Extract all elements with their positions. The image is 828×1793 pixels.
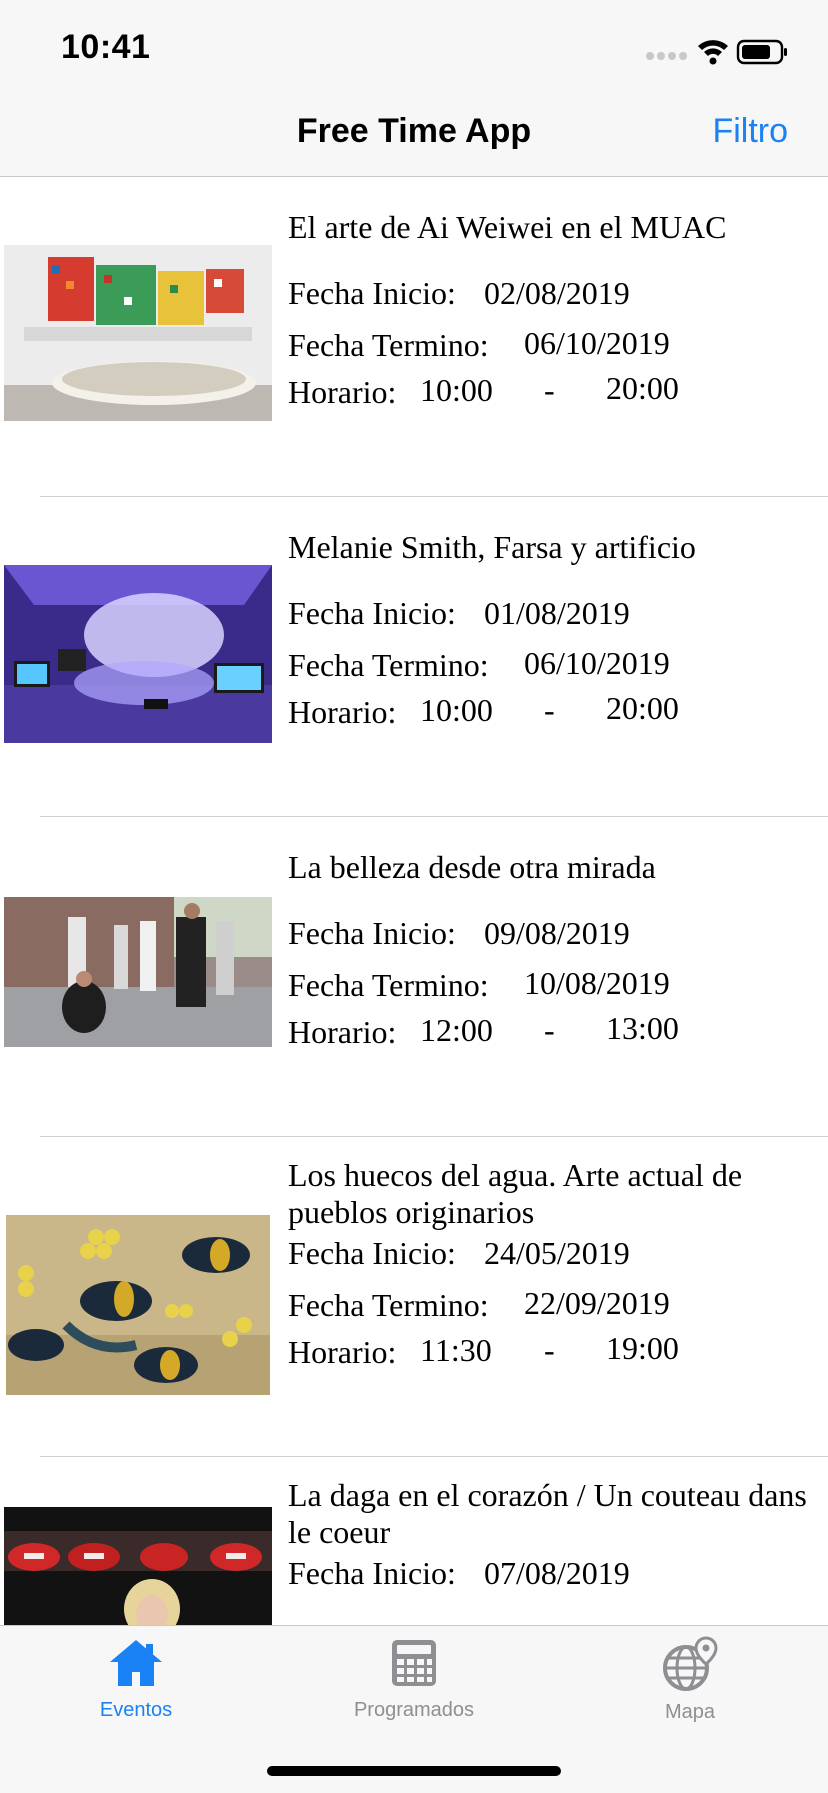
start-date: 24/05/2019 xyxy=(484,1235,630,1271)
start-date-label: Fecha Inicio: xyxy=(288,595,456,631)
time-to: 20:00 xyxy=(606,690,679,726)
tab-mapa[interactable]: Mapa xyxy=(590,1636,790,1724)
home-icon xyxy=(110,1640,162,1686)
time-dash: - xyxy=(544,1332,555,1368)
end-date-label: Fecha Termino: xyxy=(288,647,489,683)
time-dash: - xyxy=(544,1012,555,1048)
filter-button[interactable]: Filtro xyxy=(712,112,788,151)
tab-label: Programados xyxy=(353,1699,475,1721)
start-date-label: Fecha Inicio: xyxy=(288,1555,456,1591)
time-from: 10:00 xyxy=(420,372,493,408)
event-row[interactable]: La belleza desde otra mirada Fecha Inici… xyxy=(0,817,828,1137)
status-bar: 10:41 xyxy=(0,0,828,100)
tab-eventos[interactable]: Eventos xyxy=(36,1636,236,1722)
schedule-label: Horario: xyxy=(288,694,397,730)
start-date: 07/08/2019 xyxy=(484,1555,630,1591)
tab-label: Eventos xyxy=(99,1699,173,1721)
end-date: 06/10/2019 xyxy=(524,325,670,361)
bees-artwork-image xyxy=(6,1215,270,1395)
event-title: La belleza desde otra mirada xyxy=(288,849,656,885)
event-thumbnail xyxy=(4,897,272,1047)
page-title: Free Time App xyxy=(296,112,532,150)
event-thumbnail xyxy=(4,565,272,743)
event-row[interactable]: La daga en el corazón / Un couteau dans … xyxy=(0,1457,828,1625)
event-title: El arte de Ai Weiwei en el MUAC xyxy=(288,209,727,245)
tab-label: Mapa xyxy=(664,1701,716,1723)
event-row[interactable]: El arte de Ai Weiwei en el MUAC Fecha In… xyxy=(0,177,828,497)
gallery-image xyxy=(4,245,272,421)
calculator-icon xyxy=(392,1640,436,1686)
start-date: 09/08/2019 xyxy=(484,915,630,951)
event-thumbnail xyxy=(4,245,272,421)
event-thumbnail xyxy=(6,1215,270,1395)
event-title: Los huecos del agua. Arte actual de pueb… xyxy=(288,1157,743,1230)
navigation-bar: Free Time App Filtro xyxy=(0,100,828,177)
gallery-image xyxy=(4,565,272,743)
schedule-label: Horario: xyxy=(288,1334,397,1370)
event-title: Melanie Smith, Farsa y artificio xyxy=(288,529,696,565)
time-dash: - xyxy=(544,372,555,408)
status-time: 10:41 xyxy=(61,28,151,66)
event-row[interactable]: Melanie Smith, Farsa y artificio Fecha I… xyxy=(0,497,828,817)
end-date-label: Fecha Termino: xyxy=(288,327,489,363)
start-date-label: Fecha Inicio: xyxy=(288,1235,456,1271)
time-to: 19:00 xyxy=(606,1330,679,1366)
time-from: 12:00 xyxy=(420,1012,493,1048)
film-poster-image xyxy=(4,1507,272,1625)
end-date-label: Fecha Termino: xyxy=(288,1287,489,1323)
end-date-label: Fecha Termino: xyxy=(288,967,489,1003)
street-photo-image xyxy=(4,897,272,1047)
schedule-label: Horario: xyxy=(288,374,397,410)
home-indicator xyxy=(267,1766,561,1776)
start-date-label: Fecha Inicio: xyxy=(288,915,456,951)
start-date: 02/08/2019 xyxy=(484,275,630,311)
status-icons xyxy=(642,32,792,68)
start-date-label: Fecha Inicio: xyxy=(288,275,456,311)
event-title: La daga en el corazón / Un couteau dans … xyxy=(288,1477,807,1550)
end-date: 06/10/2019 xyxy=(524,645,670,681)
globe-pin-icon xyxy=(663,1636,718,1691)
event-row[interactable]: Los huecos del agua. Arte actual de pueb… xyxy=(0,1137,828,1457)
signal-wifi-battery-icon xyxy=(646,39,787,65)
start-date: 01/08/2019 xyxy=(484,595,630,631)
time-dash: - xyxy=(544,692,555,728)
event-thumbnail xyxy=(4,1507,272,1625)
time-to: 20:00 xyxy=(606,370,679,406)
time-from: 11:30 xyxy=(420,1332,492,1368)
schedule-label: Horario: xyxy=(288,1014,397,1050)
tab-programados[interactable]: Programados xyxy=(314,1636,514,1722)
time-to: 13:00 xyxy=(606,1010,679,1046)
end-date: 22/09/2019 xyxy=(524,1285,670,1321)
time-from: 10:00 xyxy=(420,692,493,728)
end-date: 10/08/2019 xyxy=(524,965,670,1001)
event-list[interactable]: El arte de Ai Weiwei en el MUAC Fecha In… xyxy=(0,177,828,1625)
